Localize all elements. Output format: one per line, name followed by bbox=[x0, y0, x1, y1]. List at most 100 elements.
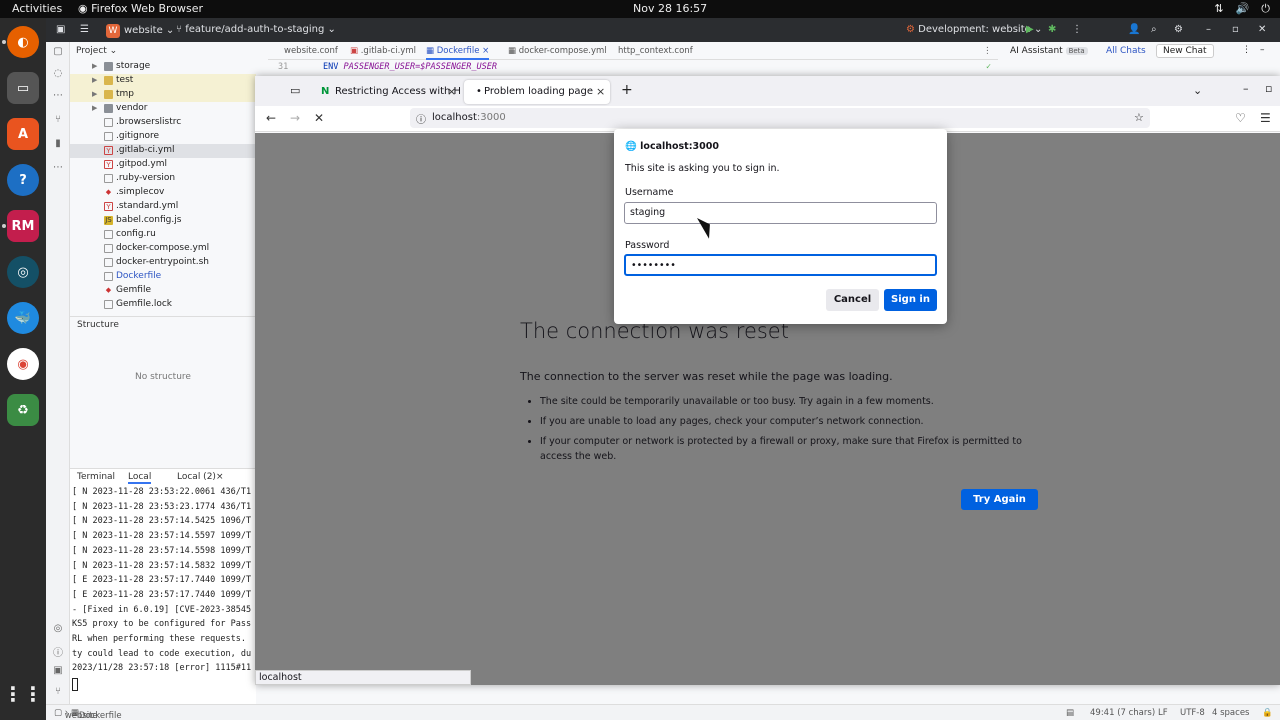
firefox-icon[interactable]: ◐ bbox=[7, 26, 39, 58]
ide-logo-icon[interactable]: ▣ bbox=[56, 24, 65, 35]
project-tool-icon[interactable]: ▢ bbox=[52, 46, 64, 58]
terminal-tab-local[interactable]: Local bbox=[128, 472, 152, 484]
editor-tab-docker-compose[interactable]: ▦ docker-compose.yml bbox=[508, 46, 607, 56]
editor-tab-dockerfile[interactable]: ▦ Dockerfile × bbox=[426, 46, 490, 60]
tree-item[interactable]: ▶ test bbox=[70, 74, 256, 88]
bookmark-star-icon[interactable]: ☆ bbox=[1134, 111, 1144, 124]
system-tray[interactable]: ⇅ 🔊 ⏻ bbox=[1214, 2, 1270, 16]
editor-tab-website-conf[interactable]: website.conf bbox=[284, 46, 338, 56]
editor-tab-gitlab-ci[interactable]: ▣ .gitlab-ci.yml bbox=[350, 46, 416, 56]
problems-icon[interactable]: ⓘ bbox=[52, 644, 64, 659]
new-chat-button[interactable]: New Chat bbox=[1156, 44, 1214, 58]
chrome-icon[interactable]: ◉ bbox=[7, 348, 39, 380]
tree-item[interactable]: Y .gitlab-ci.yml bbox=[70, 144, 256, 158]
maximize-icon[interactable]: ▫ bbox=[1232, 24, 1239, 35]
pull-requests-icon[interactable]: ⑂ bbox=[52, 114, 64, 126]
hide-icon[interactable]: – bbox=[1260, 45, 1265, 55]
close-tab-icon[interactable]: × bbox=[447, 85, 456, 98]
tree-item[interactable]: Y .standard.yml bbox=[70, 200, 256, 214]
account-icon[interactable]: 👤 bbox=[1128, 24, 1140, 35]
status-breadcrumb[interactable]: ▢ website › ▦ Dockerfile bbox=[54, 708, 122, 720]
minimize-icon[interactable]: – bbox=[1243, 82, 1249, 95]
expand-arrow-icon[interactable]: ▶ bbox=[92, 90, 97, 98]
more-icon[interactable]: ⋮ bbox=[1242, 45, 1251, 55]
activities-button[interactable]: Activities bbox=[12, 2, 62, 15]
services-icon[interactable]: ◎ bbox=[52, 623, 64, 635]
run-config-selector[interactable]: ⚙ Development: website ⌄ bbox=[906, 24, 1042, 35]
line-separator[interactable]: LF bbox=[1158, 708, 1168, 718]
debug-icon[interactable]: ✱ bbox=[1048, 24, 1056, 35]
trash-icon[interactable]: ♻ bbox=[7, 394, 39, 426]
tree-item[interactable]: config.ru bbox=[70, 228, 256, 242]
expand-arrow-icon[interactable]: ▶ bbox=[92, 104, 97, 112]
menu-icon[interactable]: ☰ bbox=[1260, 111, 1271, 125]
expand-arrow-icon[interactable]: ▶ bbox=[92, 62, 97, 70]
username-field[interactable]: staging bbox=[624, 202, 937, 224]
structure-tool-icon[interactable]: ⋯ bbox=[52, 90, 64, 102]
tree-item[interactable]: JS babel.config.js bbox=[70, 214, 256, 228]
search-icon[interactable]: ⌕ bbox=[1151, 24, 1157, 35]
tree-item[interactable]: .gitignore bbox=[70, 130, 256, 144]
forward-icon[interactable]: → bbox=[290, 111, 300, 125]
software-icon[interactable]: A bbox=[7, 118, 39, 150]
all-chats-link[interactable]: All Chats bbox=[1106, 46, 1146, 56]
rubymine-icon[interactable]: RM bbox=[7, 210, 39, 242]
git-icon[interactable]: ⑂ bbox=[52, 686, 64, 698]
docker-icon[interactable]: 🐳 bbox=[7, 302, 39, 334]
tree-item[interactable]: docker-entrypoint.sh bbox=[70, 256, 256, 270]
close-tab-icon[interactable]: × bbox=[216, 472, 224, 482]
settings-icon[interactable]: ⚙ bbox=[1174, 24, 1183, 35]
tree-item[interactable]: Gemfile.lock bbox=[70, 298, 256, 312]
tab-list-icon[interactable]: ⋮ bbox=[983, 46, 992, 56]
commit-tool-icon[interactable]: ◌ bbox=[52, 68, 64, 80]
close-icon[interactable]: ✕ bbox=[1258, 24, 1266, 35]
more-tools-icon[interactable]: ⋯ bbox=[52, 162, 64, 174]
show-apps-icon[interactable]: ⋮⋮ bbox=[3, 678, 43, 710]
gitkraken-icon[interactable]: ◎ bbox=[7, 256, 39, 288]
minimize-icon[interactable]: – bbox=[1206, 24, 1211, 35]
file-encoding[interactable]: UTF-8 bbox=[1180, 708, 1205, 718]
clock[interactable]: Nov 28 16:57 bbox=[633, 2, 707, 15]
sign-in-button[interactable]: Sign in bbox=[884, 289, 937, 311]
run-icon[interactable]: ▶ bbox=[1026, 24, 1034, 35]
files-icon[interactable]: ▭ bbox=[7, 72, 39, 104]
project-switcher[interactable]: Wwebsite ⌄ bbox=[106, 24, 174, 38]
close-tab-icon[interactable]: × bbox=[596, 85, 605, 98]
url-bar[interactable]: ⓘ localhost:3000 ☆ bbox=[410, 108, 1150, 128]
help-icon[interactable]: ? bbox=[7, 164, 39, 196]
main-menu-icon[interactable]: ☰ bbox=[80, 24, 89, 35]
status-memory-icon[interactable]: ▤ bbox=[1066, 708, 1074, 718]
expand-arrow-icon[interactable]: ▶ bbox=[92, 76, 97, 84]
try-again-button[interactable]: Try Again bbox=[961, 489, 1038, 510]
list-tabs-icon[interactable]: ⌄ bbox=[1193, 84, 1202, 97]
tree-item[interactable]: Dockerfile bbox=[70, 270, 256, 284]
tree-item[interactable]: ◆ Gemfile bbox=[70, 284, 256, 298]
caret-position[interactable]: 49:41 (7 chars) bbox=[1090, 708, 1155, 718]
code-line[interactable]: 31 ENV PASSENGER_USER=$PASSENGER_USER ✓ bbox=[268, 62, 998, 74]
tab-restricting-access[interactable]: N Restricting Access with H × bbox=[315, 80, 460, 104]
bookmarks-icon[interactable]: ▮ bbox=[52, 138, 64, 150]
lock-icon[interactable]: 🔒 bbox=[1262, 708, 1273, 718]
inspection-ok-icon[interactable]: ✓ bbox=[986, 62, 991, 72]
cancel-button[interactable]: Cancel bbox=[826, 289, 879, 311]
new-tab-icon[interactable]: + bbox=[621, 82, 633, 98]
close-tab-icon[interactable]: × bbox=[482, 46, 489, 56]
tree-item[interactable]: ▶ storage bbox=[70, 60, 256, 74]
tree-item[interactable]: Y .gitpod.yml bbox=[70, 158, 256, 172]
tab-problem-loading[interactable]: • Problem loading page × bbox=[464, 80, 610, 104]
project-panel-header[interactable]: Project ⌄ bbox=[70, 42, 256, 60]
site-info-icon[interactable]: ⓘ bbox=[416, 111, 426, 126]
branch-switcher[interactable]: ⑂ feature/add-auth-to-staging ⌄ bbox=[176, 24, 336, 35]
tree-item[interactable]: .ruby-version bbox=[70, 172, 256, 186]
tree-item[interactable]: docker-compose.yml bbox=[70, 242, 256, 256]
stop-icon[interactable]: ✕ bbox=[314, 111, 324, 125]
more-actions-icon[interactable]: ⋮ bbox=[1072, 24, 1082, 35]
tree-item[interactable]: ◆ .simplecov bbox=[70, 186, 256, 200]
indent-setting[interactable]: 4 spaces bbox=[1212, 708, 1249, 718]
tree-item[interactable]: .browserslistrc bbox=[70, 116, 256, 130]
firefox-view-icon[interactable]: ▭ bbox=[290, 84, 300, 97]
maximize-icon[interactable]: ▫ bbox=[1265, 82, 1272, 95]
app-menu[interactable]: ◉ Firefox Web Browser bbox=[78, 2, 203, 15]
back-icon[interactable]: ← bbox=[266, 111, 276, 125]
pocket-icon[interactable]: ♡ bbox=[1235, 111, 1246, 125]
